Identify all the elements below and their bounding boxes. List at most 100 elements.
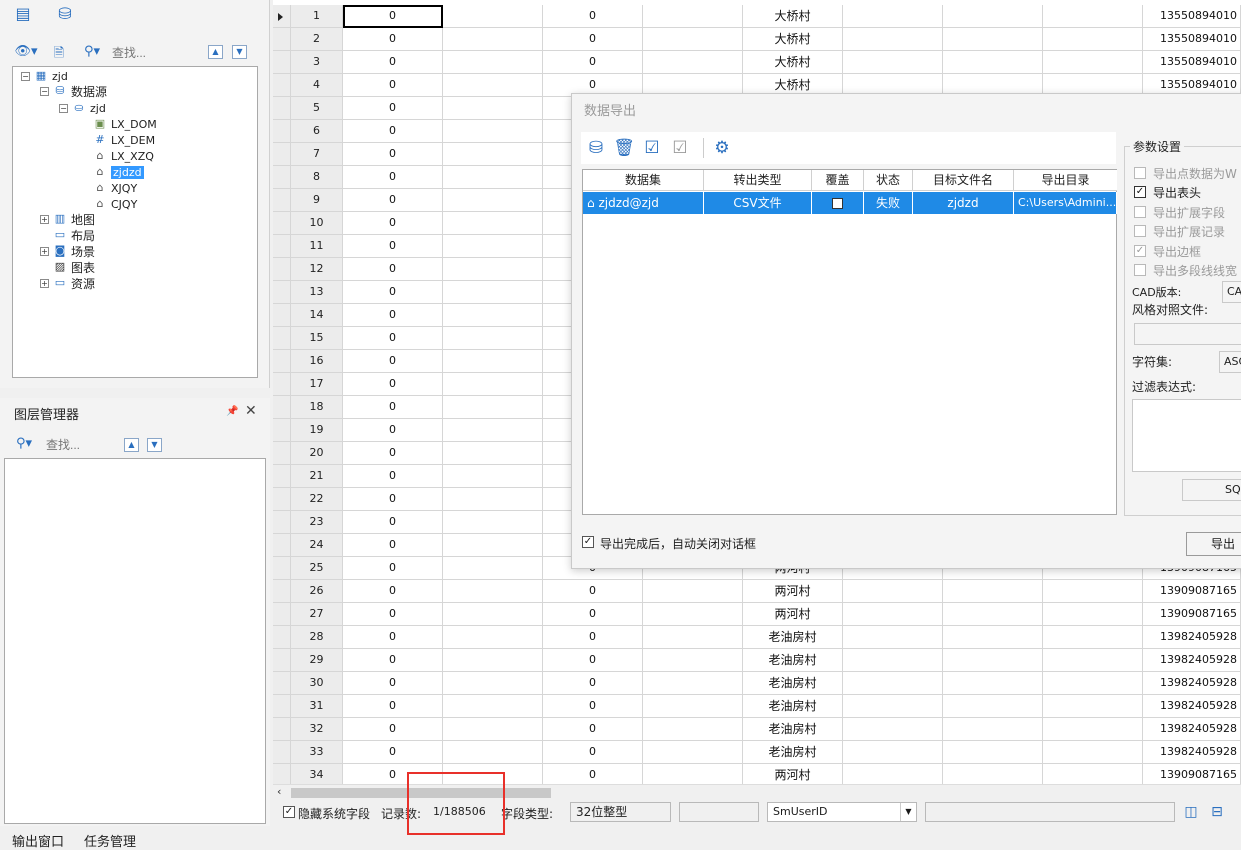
table-cell[interactable]: 0 [343,695,443,718]
tab-task-manager[interactable]: 任务管理 [84,831,136,850]
row-selector[interactable] [273,5,291,28]
table-cell[interactable] [1043,580,1143,603]
table-cell[interactable]: 老油房村 [743,626,843,649]
row-selector[interactable] [273,603,291,626]
table-cell[interactable]: 13550894010 [1143,5,1241,28]
row-number[interactable]: 7 [291,143,343,166]
table-cell[interactable] [443,189,543,212]
row-selector[interactable] [273,120,291,143]
table-cell[interactable]: 13550894010 [1143,51,1241,74]
table-cell[interactable] [443,580,543,603]
table-cell[interactable] [843,5,943,28]
table-row[interactable]: 30 0 0 老油房村 13982405928 [273,672,1241,695]
row-selector[interactable] [273,764,291,784]
table-row[interactable]: 33 0 0 老油房村 13982405928 [273,741,1241,764]
row-number[interactable]: 25 [291,557,343,580]
table-cell[interactable]: 0 [343,51,443,74]
table-cell[interactable]: 0 [543,626,643,649]
row-selector[interactable] [273,557,291,580]
row-number[interactable]: 31 [291,695,343,718]
table-cell[interactable] [443,672,543,695]
table-cell[interactable]: 0 [343,189,443,212]
row-selector[interactable] [273,718,291,741]
row-selector[interactable] [273,419,291,442]
expand-icon[interactable]: + [40,278,49,288]
document-icon[interactable]: 🗎 [50,44,68,62]
table-cell[interactable] [843,28,943,51]
row-number[interactable]: 15 [291,327,343,350]
table-cell[interactable] [843,718,943,741]
table-cell[interactable] [443,304,543,327]
row-selector[interactable] [273,511,291,534]
table-cell[interactable] [843,51,943,74]
table-cell[interactable] [443,350,543,373]
export-ext-record-checkbox[interactable] [1134,225,1146,237]
row-number[interactable]: 13 [291,281,343,304]
row-selector[interactable] [273,258,291,281]
table-cell[interactable] [643,695,743,718]
table-cell[interactable]: 0 [343,5,443,28]
table-cell[interactable] [443,534,543,557]
row-selector[interactable] [273,672,291,695]
table-cell[interactable] [943,672,1043,695]
table-cell[interactable]: 0 [343,350,443,373]
table-cell[interactable] [443,764,543,784]
tree-node-layouts[interactable]: ▭ 布局 [53,227,95,243]
table-cell[interactable]: 0 [343,74,443,97]
table-cell[interactable] [443,557,543,580]
export-ext-field-checkbox[interactable] [1134,206,1146,218]
tree-dataset-LX_XZQ[interactable]: ⌂ LX_XZQ [93,148,154,164]
table-cell[interactable]: 0 [543,28,643,51]
settings-gear-icon[interactable]: ⚙ [711,137,733,159]
table-cell[interactable]: 0 [343,465,443,488]
scrollbar-thumb[interactable] [291,788,551,798]
table-cell[interactable] [1043,695,1143,718]
table-cell[interactable] [443,603,543,626]
table-cell[interactable] [443,74,543,97]
table-cell[interactable] [643,603,743,626]
table-cell[interactable] [443,166,543,189]
table-cell[interactable] [843,741,943,764]
table-cell[interactable] [1043,764,1143,784]
table-cell[interactable] [1043,626,1143,649]
field-name-select[interactable]: SmUserID ▼ [767,802,917,822]
col-type[interactable]: 转出类型 [704,170,812,191]
delete-icon[interactable]: 🗑 [613,137,635,159]
table-cell[interactable] [943,649,1043,672]
table-cell[interactable] [443,97,543,120]
table-cell[interactable] [1043,603,1143,626]
table-cell[interactable] [643,741,743,764]
table-cell[interactable]: 0 [543,580,643,603]
workspace-search-input[interactable] [112,46,202,60]
table-cell[interactable]: 0 [543,764,643,784]
row-selector[interactable] [273,442,291,465]
table-cell[interactable] [643,51,743,74]
table-cell[interactable] [1043,741,1143,764]
table-cell[interactable] [943,626,1043,649]
table-cell[interactable] [443,419,543,442]
row-number[interactable]: 26 [291,580,343,603]
table-cell[interactable]: 0 [343,143,443,166]
row-selector[interactable] [273,695,291,718]
table-row[interactable]: 29 0 0 老油房村 13982405928 [273,649,1241,672]
table-cell[interactable] [1043,5,1143,28]
table-cell[interactable]: 0 [543,649,643,672]
cell-type[interactable]: CSV文件 [704,192,812,214]
table-cell[interactable] [943,764,1043,784]
table-cell[interactable]: 0 [343,741,443,764]
close-icon[interactable]: ✕ [245,403,257,419]
table-cell[interactable]: 两河村 [743,764,843,784]
table-row[interactable]: 34 0 0 两河村 13909087165 [273,764,1241,784]
row-number[interactable]: 5 [291,97,343,120]
row-selector[interactable] [273,304,291,327]
row-selector[interactable] [273,212,291,235]
export-border-checkbox[interactable]: ✓ [1134,245,1146,257]
table-row[interactable]: 26 0 0 两河村 13909087165 [273,580,1241,603]
split-horizontal-icon[interactable]: ⊟ [1209,804,1225,820]
table-row[interactable]: 27 0 0 两河村 13909087165 [273,603,1241,626]
filter-expression-input[interactable] [1132,399,1241,472]
tree-dataset-CJQY[interactable]: ⌂ CJQY [93,196,138,212]
table-cell[interactable]: 0 [543,5,643,28]
view-dropdown-icon[interactable]: 👁▾ [12,44,40,62]
table-cell[interactable] [443,5,543,28]
